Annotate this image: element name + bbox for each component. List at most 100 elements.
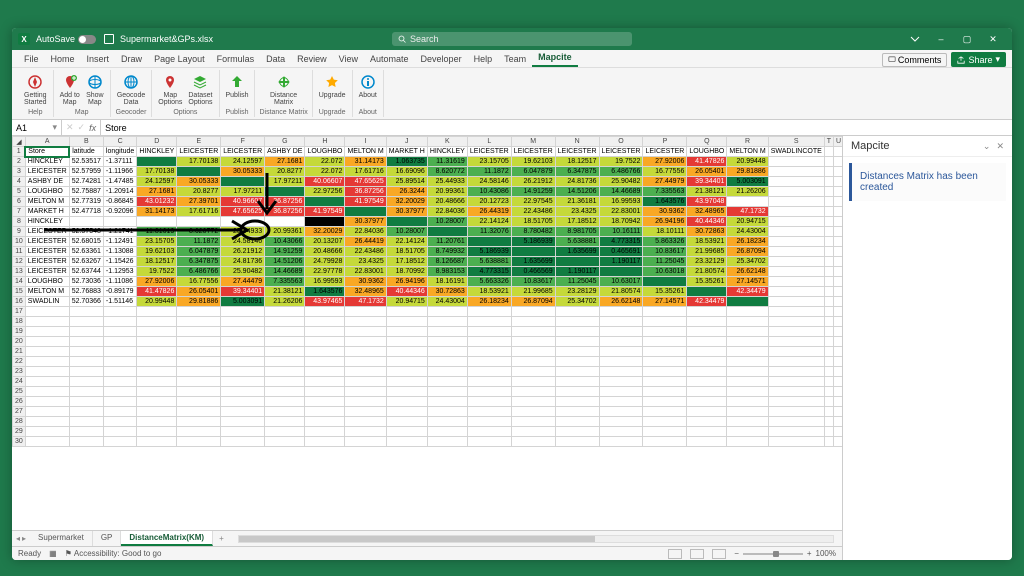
cell[interactable] — [824, 307, 833, 317]
cell[interactable] — [427, 347, 467, 357]
cell[interactable] — [834, 377, 842, 387]
cell[interactable] — [69, 317, 103, 327]
cell[interactable]: ASHBY DE — [265, 147, 305, 157]
cell[interactable] — [768, 267, 824, 277]
sheet-nav-prev-icon[interactable]: ▸ — [22, 534, 26, 543]
upgrade-button[interactable]: Upgrade — [317, 72, 348, 100]
cell[interactable] — [305, 337, 345, 347]
cell[interactable]: 20.99448 — [727, 157, 768, 167]
cell[interactable]: 47.1732 — [727, 207, 768, 217]
cell[interactable] — [599, 327, 643, 337]
cell[interactable]: 23.15705 — [467, 157, 511, 167]
cell[interactable]: 24.81736 — [221, 257, 265, 267]
cell[interactable] — [599, 417, 643, 427]
cell[interactable] — [265, 337, 305, 347]
cell[interactable] — [467, 237, 511, 247]
cell[interactable]: 20.99448 — [137, 297, 177, 307]
cell[interactable] — [345, 357, 386, 367]
cell[interactable] — [768, 227, 824, 237]
cell[interactable]: 26.87094 — [727, 247, 768, 257]
col-header-S[interactable]: S — [768, 137, 824, 147]
cell[interactable] — [727, 307, 768, 317]
cell[interactable] — [687, 317, 727, 327]
cell[interactable] — [643, 387, 687, 397]
cell[interactable] — [103, 217, 136, 227]
cell[interactable]: 8.983153 — [427, 267, 467, 277]
cell[interactable] — [427, 317, 467, 327]
cell[interactable] — [177, 377, 221, 387]
cell[interactable] — [177, 217, 221, 227]
cell[interactable]: LEICESTER — [25, 247, 69, 257]
select-all[interactable]: ◢ — [13, 137, 26, 147]
cell[interactable]: 30.37977 — [386, 207, 427, 217]
cell[interactable] — [824, 187, 833, 197]
cell[interactable]: 32.48965 — [345, 287, 386, 297]
row-header[interactable]: 3 — [13, 167, 26, 177]
cell[interactable]: 20.94715 — [386, 297, 427, 307]
cell[interactable] — [221, 387, 265, 397]
cell[interactable]: 30.72863 — [687, 227, 727, 237]
cell[interactable]: 10.43086 — [467, 187, 511, 197]
cell[interactable]: 1.190117 — [599, 257, 643, 267]
cell[interactable]: 20.99361 — [265, 227, 305, 237]
about-button[interactable]: About — [357, 72, 379, 100]
cell[interactable]: MELTON M — [727, 147, 768, 157]
cell[interactable] — [25, 407, 69, 417]
cell[interactable]: 14.46689 — [265, 267, 305, 277]
cell[interactable]: 18.53921 — [687, 237, 727, 247]
ribbon-tab-view[interactable]: View — [333, 51, 364, 67]
cell[interactable] — [727, 317, 768, 327]
cell[interactable] — [345, 337, 386, 347]
cell[interactable]: 18.12517 — [555, 157, 599, 167]
autosave-toggle[interactable]: AutoSave — [36, 34, 96, 44]
cell[interactable] — [221, 217, 265, 227]
row-header[interactable]: 12 — [13, 257, 26, 267]
cell[interactable] — [599, 427, 643, 437]
cell[interactable] — [345, 387, 386, 397]
cell[interactable]: 18.51705 — [386, 247, 427, 257]
cell[interactable]: 7.335563 — [643, 187, 687, 197]
cell[interactable]: 1.643576 — [643, 197, 687, 207]
cell[interactable] — [824, 267, 833, 277]
cell[interactable] — [727, 437, 768, 447]
cell[interactable]: 30.37977 — [345, 217, 386, 227]
cell[interactable] — [305, 397, 345, 407]
cell[interactable] — [768, 277, 824, 287]
cell[interactable]: 21.26206 — [727, 187, 768, 197]
sheet-tab-supermarket[interactable]: Supermarket — [30, 531, 93, 546]
cell[interactable] — [555, 397, 599, 407]
cell[interactable]: 20.12723 — [467, 197, 511, 207]
cell[interactable]: 43.97465 — [305, 297, 345, 307]
cell[interactable] — [687, 397, 727, 407]
cell[interactable] — [555, 387, 599, 397]
cell[interactable]: 21.38121 — [687, 187, 727, 197]
cell[interactable]: 39.34401 — [221, 287, 265, 297]
cell[interactable]: 11.1872 — [467, 167, 511, 177]
cell[interactable]: 27.1681 — [265, 157, 305, 167]
cell[interactable]: 22.43486 — [511, 207, 555, 217]
ribbon-tab-insert[interactable]: Insert — [81, 51, 116, 67]
cell[interactable] — [386, 427, 427, 437]
cell[interactable] — [345, 347, 386, 357]
cell[interactable] — [824, 257, 833, 267]
cell[interactable] — [555, 407, 599, 417]
cell[interactable]: 1.190117 — [555, 267, 599, 277]
worksheet-grid[interactable]: ◢ABCDEFGHIJKLMNOPQRSTUVWXY1Storelatitude… — [12, 136, 842, 530]
cell[interactable] — [824, 247, 833, 257]
cell[interactable] — [69, 417, 103, 427]
cell[interactable] — [687, 307, 727, 317]
cell[interactable]: 15.35261 — [687, 277, 727, 287]
cell[interactable]: 21.36181 — [555, 197, 599, 207]
cell[interactable] — [103, 307, 136, 317]
cell[interactable]: 18.51705 — [511, 217, 555, 227]
cell[interactable]: 20.8277 — [265, 167, 305, 177]
cell[interactable]: LEICESTER — [599, 147, 643, 157]
cell[interactable]: 52.57548 — [69, 227, 103, 237]
cell[interactable]: 25.44933 — [427, 177, 467, 187]
cell[interactable] — [137, 387, 177, 397]
cell[interactable]: -1.15426 — [103, 257, 136, 267]
cell[interactable] — [265, 437, 305, 447]
cell[interactable] — [599, 357, 643, 367]
cell[interactable] — [511, 377, 555, 387]
cell[interactable] — [386, 397, 427, 407]
